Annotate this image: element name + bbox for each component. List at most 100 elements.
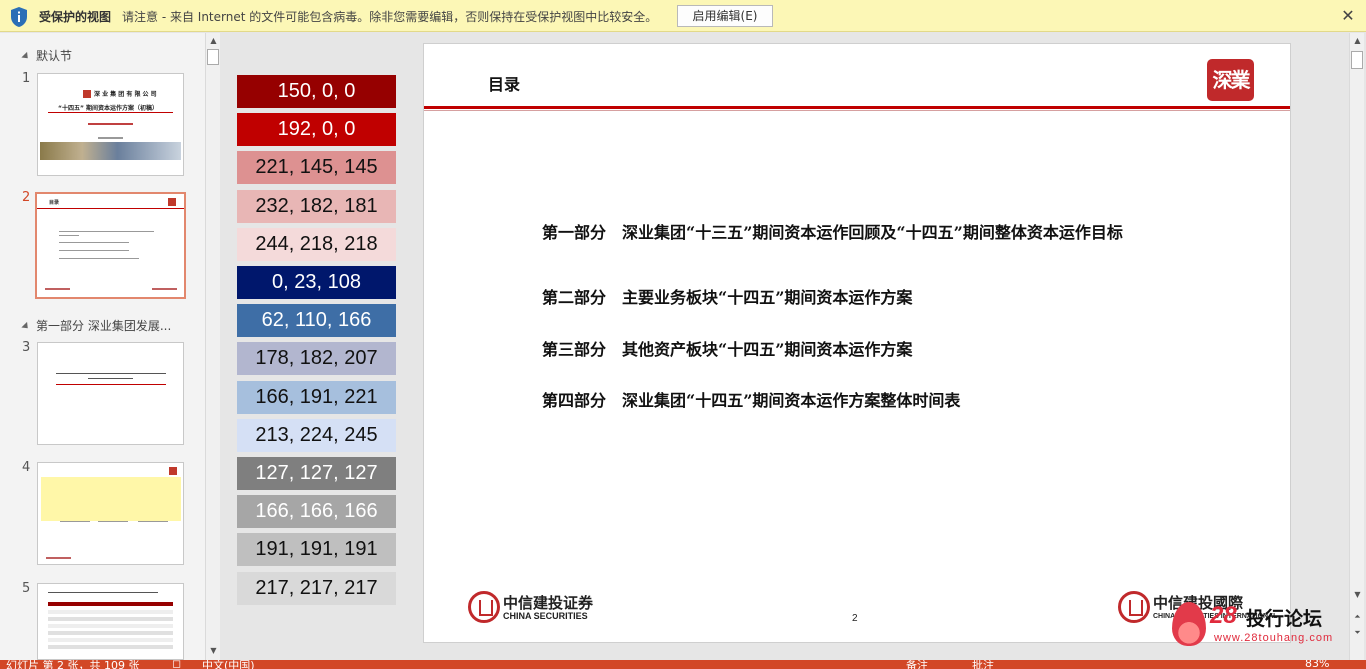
toc-line bbox=[59, 242, 129, 243]
thumbnail-scrollbar[interactable]: ▲ ▼ bbox=[205, 33, 220, 660]
rule bbox=[56, 384, 166, 385]
thumb-title: 目录 bbox=[49, 200, 60, 206]
scroll-thumb[interactable] bbox=[207, 49, 219, 65]
slide-thumbnail-pane: 默认节 1 深 业 集 团 有 限 公 司 “十四五” 期间资本运作方案（初稿）… bbox=[0, 33, 205, 660]
highlight-block bbox=[41, 477, 181, 521]
color-swatch[interactable]: 192, 0, 0 bbox=[237, 113, 396, 146]
thumb-company: 深 业 集 团 有 限 公 司 bbox=[94, 91, 157, 98]
seal-icon bbox=[168, 198, 176, 206]
section-header-part1[interactable]: 第一部分 深业集团发展... bbox=[21, 317, 171, 334]
next-slide-icon[interactable]: ⏷ bbox=[1352, 627, 1363, 639]
color-swatch[interactable]: 221, 145, 145 bbox=[237, 151, 396, 184]
color-swatch[interactable]: 127, 127, 127 bbox=[237, 457, 396, 490]
table-row bbox=[48, 624, 173, 628]
scroll-down-icon[interactable]: ▼ bbox=[1352, 589, 1363, 601]
color-swatch[interactable]: 217, 217, 217 bbox=[237, 572, 396, 605]
rule bbox=[37, 208, 184, 209]
notes-button[interactable]: 备注 bbox=[906, 660, 928, 669]
table-row bbox=[48, 638, 173, 642]
slide-thumbnail-5[interactable] bbox=[37, 583, 184, 660]
text-line bbox=[60, 521, 90, 522]
color-swatch[interactable]: 166, 191, 221 bbox=[237, 381, 396, 414]
citic-logo-icon bbox=[468, 591, 500, 623]
shield-info-icon bbox=[11, 7, 27, 27]
toc-line bbox=[59, 258, 139, 259]
logo-en-text: CHINA SECURITIES bbox=[503, 611, 588, 621]
section-label: 默认节 bbox=[36, 49, 73, 63]
city-photo bbox=[40, 142, 181, 160]
table-row bbox=[48, 610, 173, 614]
protected-view-message: 请注意 - 来自 Internet 的文件可能包含病毒。除非您需要编辑，否则保持… bbox=[122, 10, 658, 24]
company-seal-logo: 深業 bbox=[1207, 59, 1254, 101]
flame-icon bbox=[1172, 602, 1206, 646]
watermark-number: 28 bbox=[1210, 602, 1237, 629]
logo-mini bbox=[45, 288, 70, 290]
title-rule-shadow bbox=[424, 110, 1290, 111]
slide-info: 幻灯片 第 2 张，共 109 张 bbox=[6, 660, 140, 669]
scroll-down-icon[interactable]: ▼ bbox=[208, 645, 219, 657]
table-header bbox=[48, 602, 173, 606]
thumb-title: “十四五” 期间资本运作方案（初稿） bbox=[58, 105, 158, 112]
color-swatch[interactable]: 213, 224, 245 bbox=[237, 419, 396, 452]
slide-number: 5 bbox=[22, 581, 31, 596]
color-swatch[interactable]: 62, 110, 166 bbox=[237, 304, 396, 337]
scroll-up-icon[interactable]: ▲ bbox=[208, 35, 219, 47]
enable-editing-button[interactable]: 启用编辑(E) bbox=[677, 5, 773, 27]
seal-icon bbox=[83, 90, 91, 98]
slide-number: 3 bbox=[22, 340, 31, 355]
color-swatch[interactable]: 166, 166, 166 bbox=[237, 495, 396, 528]
close-icon[interactable]: ✕ bbox=[1338, 6, 1358, 26]
rule bbox=[48, 112, 173, 113]
watermark-url: www.28touhang.com bbox=[1214, 632, 1334, 644]
slide-thumbnail-1[interactable]: 深 业 集 团 有 限 公 司 “十四五” 期间资本运作方案（初稿） bbox=[37, 73, 184, 176]
previous-slide-icon[interactable]: ⏶ bbox=[1352, 611, 1363, 623]
slide-thumbnail-2[interactable]: 目录 bbox=[35, 192, 186, 299]
heading-line bbox=[56, 373, 166, 374]
section-header-default[interactable]: 默认节 bbox=[21, 47, 73, 64]
scroll-thumb[interactable] bbox=[1351, 51, 1363, 69]
citic-logo-icon bbox=[1118, 591, 1150, 623]
slide-canvas[interactable]: 目录 深業 第一部分 深业集团“十三五”期间资本运作回顾及“十四五”期间整体资本… bbox=[423, 43, 1291, 643]
toc-item-4: 第四部分 深业集团“十四五”期间资本运作方案整体时间表 bbox=[542, 391, 961, 410]
zoom-level[interactable]: 83% bbox=[1305, 660, 1329, 669]
text-line bbox=[138, 521, 168, 522]
seal-icon bbox=[169, 467, 177, 475]
editor-scrollbar[interactable]: ▲ ▼ ⏶ ⏷ bbox=[1349, 33, 1364, 660]
collapse-arrow-icon[interactable] bbox=[21, 51, 31, 62]
status-bar: 幻灯片 第 2 张，共 109 张 ◻ 中文(中国) 备注 批注 83% bbox=[0, 660, 1366, 669]
color-swatch[interactable]: 191, 191, 191 bbox=[237, 533, 396, 566]
color-swatch[interactable]: 178, 182, 207 bbox=[237, 342, 396, 375]
language[interactable]: 中文(中国) bbox=[202, 660, 255, 669]
table-row bbox=[48, 617, 173, 621]
toc-line bbox=[59, 235, 79, 236]
slide-number: 1 bbox=[22, 71, 31, 86]
slide-number: 4 bbox=[22, 460, 31, 475]
collapse-arrow-icon[interactable] bbox=[21, 321, 31, 332]
date-mini bbox=[98, 137, 123, 139]
language-icon[interactable]: ◻ bbox=[172, 660, 181, 669]
protected-view-title: 受保护的视图 bbox=[39, 10, 112, 24]
color-swatch[interactable]: 244, 218, 218 bbox=[237, 228, 396, 261]
page-number: 2 bbox=[852, 613, 858, 624]
slide-number: 2 bbox=[22, 190, 31, 205]
protected-view-bar: 受保护的视图 请注意 - 来自 Internet 的文件可能包含病毒。除非您需要… bbox=[0, 0, 1366, 32]
table-row bbox=[48, 645, 173, 649]
slide-thumbnail-3[interactable] bbox=[37, 342, 184, 445]
table-row bbox=[48, 631, 173, 635]
text-line bbox=[98, 521, 128, 522]
toc-line bbox=[59, 250, 129, 251]
toc-line bbox=[59, 231, 154, 232]
comments-button[interactable]: 批注 bbox=[972, 660, 994, 669]
scroll-up-icon[interactable]: ▲ bbox=[1352, 35, 1363, 47]
slide-thumbnail-4[interactable] bbox=[37, 462, 184, 565]
color-swatch[interactable]: 150, 0, 0 bbox=[237, 75, 396, 108]
title-rule bbox=[424, 106, 1290, 109]
color-swatch[interactable]: 0, 23, 108 bbox=[237, 266, 396, 299]
logo-mini bbox=[152, 288, 177, 290]
toc-item-3: 第三部分 其他资产板块“十四五”期间资本运作方案 bbox=[542, 340, 913, 359]
color-swatch[interactable]: 232, 182, 181 bbox=[237, 190, 396, 223]
watermark-text: 投行论坛 bbox=[1246, 608, 1323, 630]
heading-line bbox=[88, 378, 133, 379]
forum-watermark: 28 投行论坛 www.28touhang.com bbox=[1172, 600, 1342, 650]
heading-line bbox=[48, 592, 158, 593]
